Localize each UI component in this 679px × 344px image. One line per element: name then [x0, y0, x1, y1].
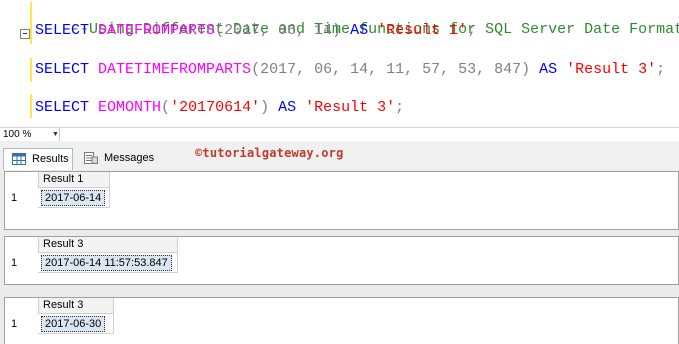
sql-keyword-select: SELECT	[35, 22, 90, 39]
result-grid-3[interactable]: Result 3 1 2017-06-30	[4, 297, 679, 344]
watermark: ©tutorialgateway.org	[195, 146, 344, 160]
sql-keyword-select: SELECT	[35, 61, 90, 78]
result-grid-1[interactable]: Result 1 1 2017-06-14	[4, 171, 679, 230]
collapse-region-icon[interactable]	[20, 29, 30, 39]
sql-string-argument: '20170614'	[170, 99, 261, 116]
tab-messages-label: Messages	[104, 152, 155, 164]
zoom-bar: 100 % ▼	[0, 127, 679, 141]
results-tabstrip: Results Messages ©tutorialgateway.org	[0, 141, 679, 170]
code-line-eomonth[interactable]: SELECT EOMONTH('20170614') AS 'Result 3'…	[35, 98, 404, 117]
sql-keyword-as: AS	[539, 61, 558, 78]
tab-results[interactable]: Results	[3, 148, 73, 170]
sql-keyword-as: AS	[278, 99, 297, 116]
result-cell-value: 2017-06-14	[41, 190, 106, 206]
sql-paren-close: )	[260, 99, 270, 116]
change-marker	[30, 58, 32, 82]
sql-function: DATETIMEFROMPARTS	[98, 61, 252, 78]
tab-messages[interactable]: Messages	[76, 148, 156, 170]
sql-function: EOMONTH	[98, 99, 162, 116]
results-pane: Results Messages ©tutorialgateway.org Re…	[0, 141, 679, 344]
change-marker	[30, 2, 32, 44]
sql-semicolon: ;	[395, 99, 405, 116]
sql-arguments: (2017, 06, 14)	[215, 22, 342, 39]
row-number[interactable]: 1	[5, 253, 38, 273]
sql-alias: 'Result 3'	[566, 61, 657, 78]
chevron-down-icon[interactable]: ▼	[52, 128, 59, 141]
row-number[interactable]: 1	[5, 188, 38, 208]
grid-icon	[12, 153, 26, 165]
zoom-dropdown[interactable]: 100 %	[0, 128, 60, 141]
tab-results-label: Results	[32, 153, 69, 165]
sql-paren-open: (	[161, 99, 171, 116]
result-cell[interactable]: 2017-06-14	[38, 188, 110, 208]
result-grid-2[interactable]: Result 3 1 2017-06-14 11:57:53.847	[4, 236, 679, 285]
sql-function: DATEFROMPARTS	[98, 22, 216, 39]
sql-alias: 'Result 3'	[305, 99, 396, 116]
sql-semicolon: ;	[467, 22, 477, 39]
column-header[interactable]: Result 3	[38, 237, 178, 253]
result-cell[interactable]: 2017-06-30	[38, 314, 114, 334]
sql-editor[interactable]: --Using Different Date and Time function…	[0, 0, 679, 127]
code-line-comment[interactable]: --Using Different Date and Time function…	[35, 1, 679, 38]
column-header[interactable]: Result 1	[38, 172, 110, 188]
code-line-datefromparts[interactable]: SELECT DATEFROMPARTS(2017, 06, 14) AS 'R…	[35, 21, 476, 40]
sql-semicolon: ;	[656, 61, 666, 78]
column-header[interactable]: Result 3	[38, 298, 114, 314]
zoom-value: 100 %	[3, 129, 32, 140]
sql-arguments: (2017, 06, 14, 11, 57, 53, 847)	[251, 61, 531, 78]
messages-icon	[84, 152, 98, 164]
sql-keyword-as: AS	[350, 22, 369, 39]
result-cell-value: 2017-06-30	[41, 316, 106, 332]
sql-alias: 'Result 1'	[377, 22, 468, 39]
row-number[interactable]: 1	[5, 314, 38, 334]
sql-keyword-select: SELECT	[35, 99, 90, 116]
change-marker	[30, 94, 32, 118]
code-line-datetimefromparts[interactable]: SELECT DATETIMEFROMPARTS(2017, 06, 14, 1…	[35, 60, 665, 79]
result-cell-value: 2017-06-14 11:57:53.847	[41, 255, 172, 271]
result-cell[interactable]: 2017-06-14 11:57:53.847	[38, 253, 178, 273]
